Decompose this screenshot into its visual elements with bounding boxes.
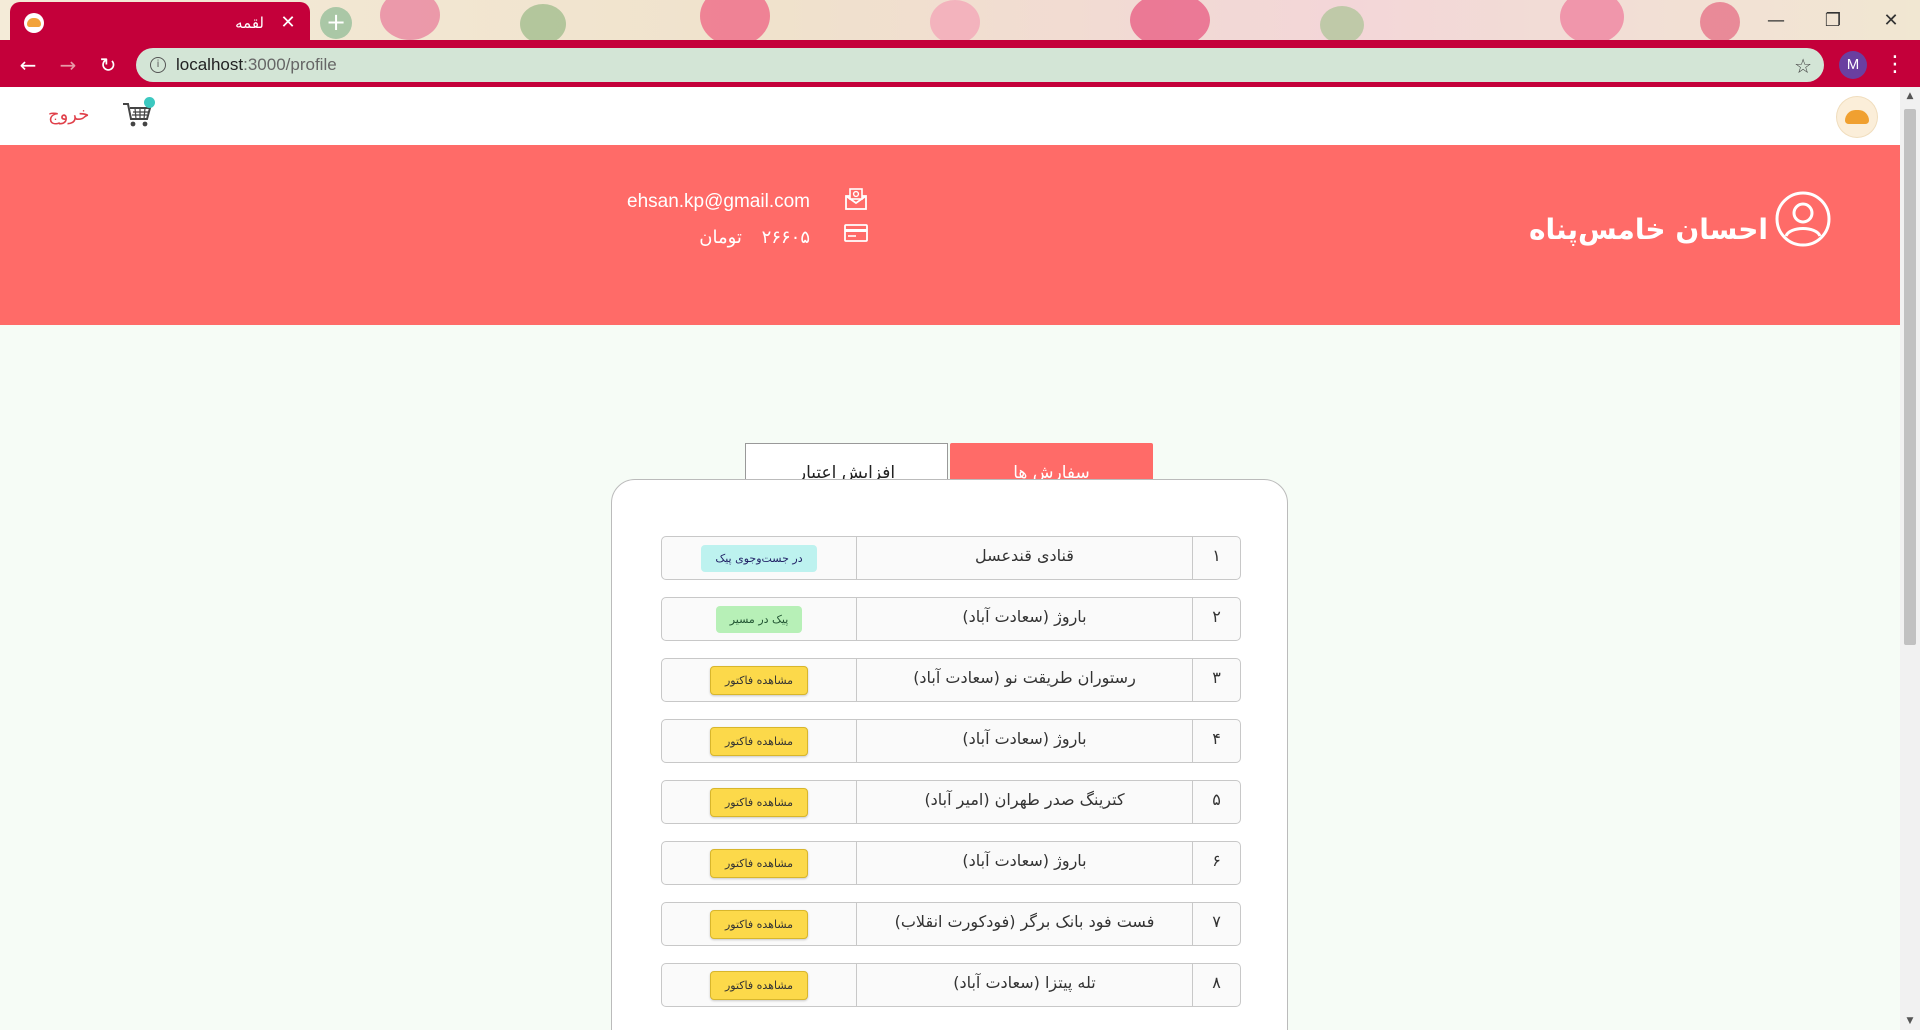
reload-button[interactable]: ↻ [88,45,128,85]
order-row: ۱ قنادی قندعسل در جست‌وجوی پیک [661,536,1241,580]
credit-card-icon [844,224,868,242]
decor [930,0,980,43]
browser-titlebar: لقمه ✕ + — ❐ ✕ [0,0,1920,43]
restore-button[interactable]: ❐ [1810,6,1856,36]
view-invoice-button[interactable]: مشاهده فاکتور [709,970,809,1000]
order-restaurant: باروژ (سعادت آباد) [856,598,1192,640]
order-restaurant: فست فود بانک برگر (فودکورت انقلاب) [856,903,1192,945]
decor [520,4,566,43]
view-invoice-button[interactable]: مشاهده فاکتور [709,787,809,817]
address-bar[interactable]: i localhost:3000/profile ☆ [136,48,1824,82]
decor [1130,0,1210,43]
order-row: ۶ باروژ (سعادت آباد) مشاهده فاکتور [661,841,1241,885]
site-navbar: خروج [0,87,1900,145]
order-row: ۵ کترینگ صدر طهران (امیر آباد) مشاهده فا… [661,780,1241,824]
user-name: احسان خامس‌پناه [1528,213,1768,246]
profile-banner: احسان خامس‌پناه ehsan.kp@gmail.com ۲۶۶۰۵… [0,145,1900,325]
bookmark-star-icon[interactable]: ☆ [1794,54,1812,78]
user-email: ehsan.kp@gmail.com [627,191,810,212]
order-number: ۵ [1192,781,1240,823]
site-logo[interactable] [1837,97,1877,137]
view-invoice-button[interactable]: مشاهده فاکتور [709,665,809,695]
tab-close-icon[interactable]: ✕ [280,12,296,33]
browser-profile-avatar[interactable]: M [1839,51,1867,79]
order-restaurant: باروژ (سعادت آباد) [856,842,1192,884]
view-invoice-button[interactable]: مشاهده فاکتور [709,848,809,878]
user-credit: ۲۶۶۰۵ تومان [699,227,810,248]
site-info-icon[interactable]: i [150,57,166,73]
order-status-badge: پیک در مسیر [715,605,803,633]
close-window-button[interactable]: ✕ [1868,6,1914,36]
email-icon [845,188,867,210]
scroll-down-icon[interactable]: ▼ [1900,1012,1920,1030]
url-text: localhost:3000/profile [176,55,337,74]
cart-badge [144,97,155,108]
decor [380,0,440,40]
browser-menu-icon[interactable]: ⋮ [1880,43,1910,87]
logout-link[interactable]: خروج [48,104,89,125]
scroll-up-icon[interactable]: ▲ [1900,87,1920,105]
order-restaurant: کترینگ صدر طهران (امیر آباد) [856,781,1192,823]
credit-amount: ۲۶۶۰۵ [761,227,810,248]
order-number: ۶ [1192,842,1240,884]
credit-currency: تومان [699,227,742,248]
order-restaurant: باروژ (سعادت آباد) [856,720,1192,762]
browser-toolbar: ← → ↻ i localhost:3000/profile ☆ M ⋮ [0,43,1920,87]
order-number: ۲ [1192,598,1240,640]
order-row: ۲ باروژ (سعادت آباد) پیک در مسیر [661,597,1241,641]
order-restaurant: قنادی قندعسل [856,537,1192,579]
order-row: ۳ رستوران طریقت نو (سعادت آباد) مشاهده ف… [661,658,1241,702]
order-row: ۴ باروژ (سعادت آباد) مشاهده فاکتور [661,719,1241,763]
order-row: ۸ تله پیتزا (سعادت آباد) مشاهده فاکتور [661,963,1241,1007]
view-invoice-button[interactable]: مشاهده فاکتور [709,909,809,939]
tab-favicon-icon [24,12,44,33]
page-scrollbar[interactable]: ▲ ▼ [1900,87,1920,1030]
decor [1320,6,1364,43]
decor [1560,0,1624,43]
new-tab-button[interactable]: + [320,7,352,39]
order-number: ۸ [1192,964,1240,1006]
order-number: ۷ [1192,903,1240,945]
order-status-badge: در جست‌وجوی پیک [701,544,817,572]
forward-button[interactable]: → [48,45,88,85]
order-number: ۱ [1192,537,1240,579]
minimize-button[interactable]: — [1753,6,1799,36]
decor [1700,2,1740,42]
user-avatar-icon [1775,191,1831,247]
scrollbar-thumb[interactable] [1904,109,1916,645]
order-restaurant: رستوران طریقت نو (سعادت آباد) [856,659,1192,701]
back-button[interactable]: ← [8,45,48,85]
decor [700,0,770,43]
browser-tab[interactable]: لقمه ✕ [10,2,310,43]
order-number: ۴ [1192,720,1240,762]
order-restaurant: تله پیتزا (سعادت آباد) [856,964,1192,1006]
orders-card: ۱ قنادی قندعسل در جست‌وجوی پیک ۲ باروژ (… [611,479,1288,1030]
order-row: ۷ فست فود بانک برگر (فودکورت انقلاب) مشا… [661,902,1241,946]
cart-icon[interactable] [122,97,155,129]
page: خروج احسان خامس‌پناه [0,87,1900,1030]
view-invoice-button[interactable]: مشاهده فاکتور [709,726,809,756]
order-number: ۳ [1192,659,1240,701]
tab-title: لقمه [235,13,264,32]
